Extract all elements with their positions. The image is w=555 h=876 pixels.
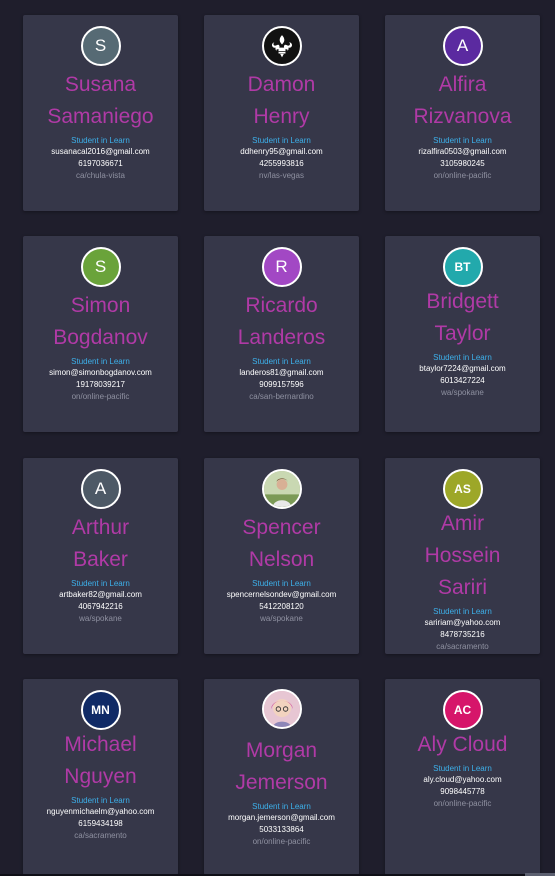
student-name[interactable]: Morgan Jemerson (204, 735, 359, 799)
avatar: AC (442, 690, 483, 730)
student-phone: 6159434198 (78, 819, 123, 828)
student-card[interactable]: A Arthur Baker Student in Learn artbaker8… (23, 458, 178, 654)
student-card[interactable]: MN Michael Nguyen Student in Learn nguyen… (23, 679, 178, 875)
student-phone: 9099157596 (259, 380, 304, 389)
student-email: btaylor7224@gmail.com (419, 364, 506, 373)
student-card[interactable]: AC Aly Cloud Student in Learn aly.cloud@… (385, 679, 540, 875)
student-card[interactable]: AS Amir Hossein Sariri Student in Learn sa… (385, 458, 540, 654)
student-email: morgan.jemerson@gmail.com (228, 813, 335, 822)
student-name[interactable]: Ricardo Landeros (204, 290, 359, 354)
student-email: spencernelsondev@gmail.com (226, 590, 337, 599)
student-phone: 4067942216 (78, 602, 123, 611)
student-role: Student in Learn (433, 607, 492, 616)
student-role: Student in Learn (252, 136, 311, 145)
student-email: saririam@yahoo.com (424, 618, 501, 627)
student-location: on/online-pacific (433, 171, 492, 180)
student-name[interactable]: Spencer Nelson (204, 512, 359, 576)
profile-photo (261, 689, 302, 729)
student-location: wa/spokane (260, 614, 303, 623)
student-role: Student in Learn (71, 357, 130, 366)
avatar: S (80, 247, 121, 287)
student-role: Student in Learn (433, 764, 492, 773)
student-location: wa/spokane (441, 388, 484, 397)
student-phone: 6197036671 (78, 159, 123, 168)
student-card[interactable]: S Simon Bogdanov Student in Learn simon@s… (23, 236, 178, 432)
student-phone: 9098445778 (440, 787, 485, 796)
student-email: susanacal2016@gmail.com (51, 147, 150, 156)
student-email: ddhenry95@gmail.com (240, 147, 323, 156)
student-card[interactable]: Spencer Nelson Student in Learn spencerne… (204, 458, 359, 654)
avatar: A (442, 26, 483, 66)
student-email: rizalfira0503@gmail.com (418, 147, 507, 156)
student-location: ca/chula-vista (76, 171, 125, 180)
student-phone: 5033133864 (259, 825, 304, 834)
student-phone: 6013427224 (440, 376, 485, 385)
student-role: Student in Learn (252, 357, 311, 366)
student-location: on/online-pacific (433, 799, 492, 808)
student-email: aly.cloud@yahoo.com (423, 775, 502, 784)
student-location: ca/san-bernardino (249, 392, 314, 401)
student-location: on/online-pacific (252, 837, 311, 846)
student-phone: 4255993816 (259, 159, 304, 168)
avatar: S (80, 26, 121, 66)
student-name[interactable]: Susana Samaniego (23, 69, 178, 133)
student-role: Student in Learn (71, 136, 130, 145)
student-card[interactable]: Damon Henry Student in Learn ddhenry95@gm… (204, 15, 359, 211)
student-role: Student in Learn (252, 802, 311, 811)
student-name[interactable]: Bridgett Taylor (385, 286, 540, 350)
student-name[interactable]: Damon Henry (204, 69, 359, 133)
fleur-de-lis-icon (261, 26, 302, 66)
student-phone: 8478735216 (440, 630, 485, 639)
student-email: landeros81@gmail.com (239, 368, 324, 377)
student-location: wa/spokane (79, 614, 122, 623)
student-location: ca/sacramento (74, 831, 127, 840)
student-role: Student in Learn (71, 796, 130, 805)
avatar: R (261, 247, 302, 287)
student-phone: 5412208120 (259, 602, 304, 611)
student-card[interactable]: Morgan Jemerson Student in Learn morgan.j… (204, 679, 359, 875)
avatar: AS (442, 469, 483, 509)
student-location: on/online-pacific (71, 392, 130, 401)
student-name[interactable]: Aly Cloud (385, 729, 540, 761)
student-role: Student in Learn (71, 579, 130, 588)
avatar: MN (80, 690, 121, 730)
student-card[interactable]: S Susana Samaniego Student in Learn susan… (23, 15, 178, 211)
student-card[interactable]: A Alfira Rizvanova Student in Learn rizal… (385, 15, 540, 211)
avatar: BT (442, 247, 483, 287)
student-name[interactable]: Simon Bogdanov (23, 290, 178, 354)
student-role: Student in Learn (433, 353, 492, 362)
student-name[interactable]: Amir Hossein Sariri (385, 508, 540, 604)
student-phone: 19178039217 (76, 380, 125, 389)
student-name[interactable]: Michael Nguyen (23, 729, 178, 793)
student-card[interactable]: BT Bridgett Taylor Student in Learn btayl… (385, 236, 540, 432)
student-email: simon@simonbogdanov.com (49, 368, 152, 377)
student-location: ca/sacramento (436, 642, 489, 651)
student-role: Student in Learn (433, 136, 492, 145)
student-location: nv/las-vegas (259, 171, 304, 180)
student-name[interactable]: Alfira Rizvanova (385, 69, 540, 133)
student-email: nguyenmichaelm@yahoo.com (46, 807, 155, 816)
avatar: A (80, 469, 121, 509)
student-phone: 3105980245 (440, 159, 485, 168)
student-card[interactable]: R Ricardo Landeros Student in Learn lande… (204, 236, 359, 432)
student-role: Student in Learn (252, 579, 311, 588)
profile-photo (261, 469, 302, 509)
student-name[interactable]: Arthur Baker (23, 512, 178, 576)
student-email: artbaker82@gmail.com (59, 590, 142, 599)
